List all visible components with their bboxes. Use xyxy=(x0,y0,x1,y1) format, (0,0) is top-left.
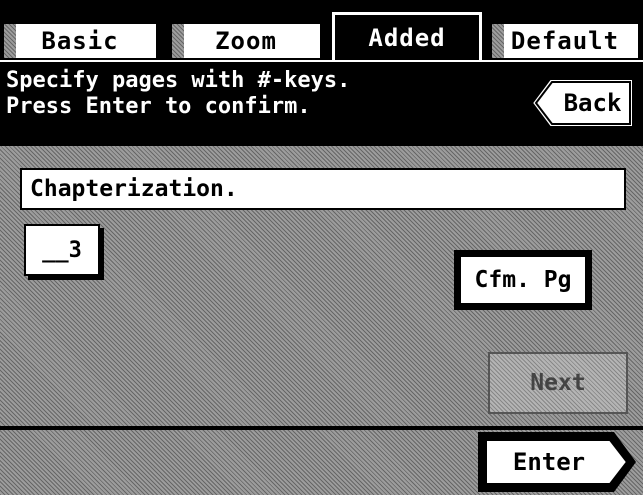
tab-bar: Basic Zoom Added Default xyxy=(0,0,643,60)
tab-zoom[interactable]: Zoom xyxy=(170,22,322,60)
message-line-1: Specify pages with #-keys. xyxy=(6,68,351,93)
tab-basic-label: Basic xyxy=(41,27,119,55)
back-label: Back xyxy=(563,89,622,117)
tab-added-label: Added xyxy=(368,23,446,52)
tab-default[interactable]: Default xyxy=(490,22,640,60)
tab-basic[interactable]: Basic xyxy=(2,22,158,60)
next-button[interactable]: Next xyxy=(488,352,628,414)
tab-edge xyxy=(172,24,184,58)
enter-button[interactable]: Enter xyxy=(478,432,638,492)
tab-edge xyxy=(4,24,16,58)
enter-label: Enter xyxy=(512,448,586,476)
tab-added[interactable]: Added xyxy=(332,12,482,60)
message-line-2: Press Enter to confirm. xyxy=(6,94,311,119)
tab-zoom-label: Zoom xyxy=(215,27,277,55)
chapter-name-field[interactable]: Chapterization. xyxy=(20,168,626,210)
tab-edge xyxy=(492,24,504,58)
back-button[interactable]: Back xyxy=(530,78,635,128)
confirm-page-label: Cfm. Pg xyxy=(459,255,587,305)
tab-default-label: Default xyxy=(510,27,620,55)
bottom-bar: Enter xyxy=(0,430,643,495)
main-panel: Chapterization. __3 Cfm. Pg Next xyxy=(0,146,643,426)
page-number-key[interactable]: __3 xyxy=(24,224,100,276)
confirm-page-button[interactable]: Cfm. Pg xyxy=(454,250,592,310)
